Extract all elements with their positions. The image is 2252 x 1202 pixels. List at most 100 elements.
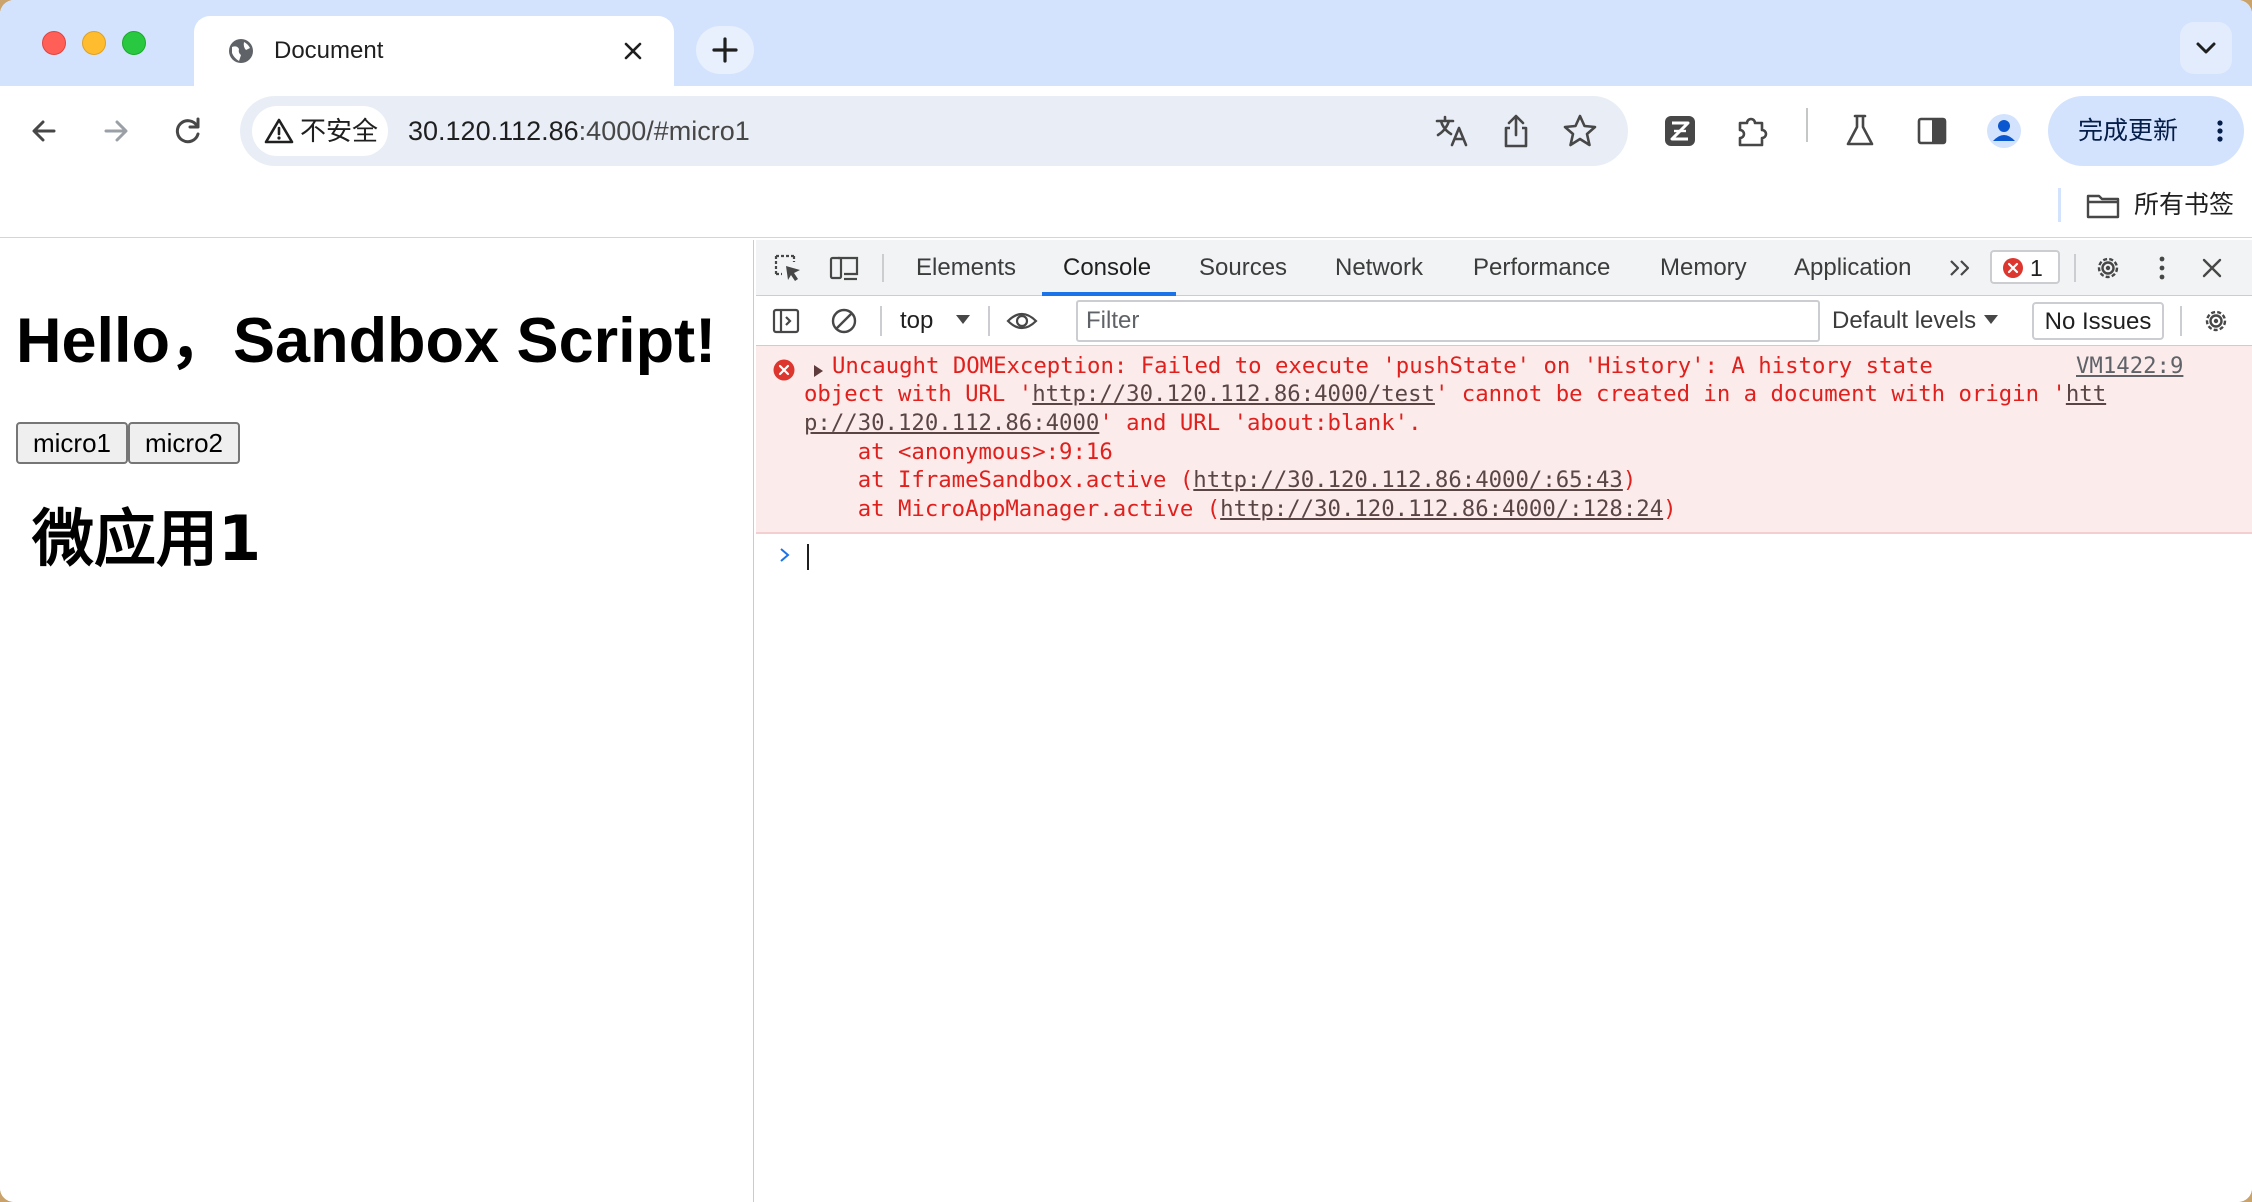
filter-input[interactable] [1086,306,1806,336]
flask-icon[interactable] [1840,111,1880,151]
page-title: Hello，Sandbox Script! [16,306,717,376]
bookmarks-bar: 所有书签 [0,176,2252,238]
micro1-button[interactable]: micro1 [16,422,128,464]
kebab-menu-icon[interactable] [2146,252,2178,284]
error-circle-icon [2003,258,2023,278]
toolbar-divider [880,306,882,336]
error-line-2: object with URL 'http://30.120.112.86:40… [804,380,2106,409]
security-chip-pill[interactable]: 不安全 [252,106,388,156]
warning-triangle-icon [264,118,294,144]
inspect-element-icon[interactable] [772,252,804,284]
stack-text: at MicroAppManager.active ( [804,496,1221,522]
puzzle-icon[interactable] [1732,111,1772,151]
tab-sources[interactable]: Sources [1199,254,1287,282]
reload-icon[interactable] [168,111,208,151]
tab-performance[interactable]: Performance [1473,254,1610,282]
kebab-menu-icon [2217,120,2223,142]
close-devtools-icon[interactable] [2196,252,2228,284]
stack-url-link[interactable]: http://30.120.112.86:4000/:128:24 [1220,496,1663,522]
tab-strip: Document [0,0,2252,86]
forward-arrow-icon[interactable] [96,111,136,151]
tab-application[interactable]: Application [1794,254,1911,282]
tab-document[interactable]: Document [194,16,674,86]
security-label: 不安全 [300,116,379,146]
clear-console-icon[interactable] [828,305,860,337]
micro2-button[interactable]: micro2 [128,422,240,464]
url-text[interactable]: 30.120.112.86:4000/#micro1 [408,115,750,147]
expand-triangle-icon[interactable] [812,364,824,378]
console-toolbar: top Default levels No Issues [756,296,2252,346]
new-tab-button[interactable] [696,26,754,74]
text-cursor [807,544,809,570]
folder-icon[interactable] [2085,188,2121,224]
devtools-tab-bar: Elements Console Sources Network Perform… [756,240,2252,296]
side-panel-icon[interactable] [1912,111,1952,151]
context-selector[interactable]: top [900,306,933,336]
back-arrow-icon[interactable] [24,111,64,151]
log-levels-dropdown[interactable]: Default levels [1832,306,1976,336]
eye-icon[interactable] [1006,305,1038,337]
update-button[interactable]: 完成更新 [2048,96,2244,166]
filter-field[interactable] [1076,300,1820,342]
minimize-window-button[interactable] [82,31,106,55]
all-bookmarks-label[interactable]: 所有书签 [2134,190,2234,220]
error-line-1: Uncaught DOMException: Failed to execute… [832,353,1933,379]
gear-icon[interactable] [2092,252,2124,284]
console-prompt[interactable] [756,536,2252,576]
zotero-extension-icon[interactable] [1660,111,1700,151]
caret-down-icon [1984,315,1998,324]
toolbar-divider [988,306,990,336]
more-tabs-icon[interactable] [1946,252,1978,284]
stack-text: at IframeSandbox.active ( [804,467,1194,493]
origin-url-link[interactable]: p://30.120.112.86:4000 [804,410,1099,436]
console-error-message: Uncaught DOMException: Failed to execute… [756,346,2252,534]
error-circle-icon [773,359,795,381]
plus-icon [712,37,738,63]
origin-url-link[interactable]: htt [2066,381,2106,407]
url-host: 30.120.112.86 [408,116,579,146]
close-window-button[interactable] [42,31,66,55]
error-url-link[interactable]: http://30.120.112.86:4000/test [1032,381,1435,407]
stack-text: ) [1622,467,1637,493]
stack-frame-3: at MicroAppManager.active (http://30.120… [804,495,1677,524]
stack-text: ) [1663,496,1677,522]
tab-search-button[interactable] [2180,22,2232,74]
error-text: ' cannot be created in a document with o… [1434,381,2066,407]
error-count: 1 [2030,255,2043,281]
stack-url-link[interactable]: http://30.120.112.86:4000/:65:43 [1193,467,1623,493]
devtools-panel: Elements Console Sources Network Perform… [756,240,2252,1202]
tab-title: Document [274,37,384,64]
toolbar-divider [2180,306,2182,336]
devtools-divider [882,254,884,282]
stack-frame-1: at <anonymous>:9:16 [804,439,1113,465]
chevron-right-icon [780,548,790,562]
tab-memory[interactable]: Memory [1660,254,1747,282]
maximize-window-button[interactable] [122,31,146,55]
tab-elements[interactable]: Elements [916,254,1016,282]
browser-window: Document 不安全 30.120.112.86:4000/#micro1 … [0,0,2252,1202]
globe-icon [229,39,253,63]
device-toolbar-icon[interactable] [828,252,860,284]
devtools-divider [2074,254,2076,282]
tab-network[interactable]: Network [1335,254,1423,282]
error-count-badge[interactable]: 1 [1990,250,2060,284]
source-link[interactable]: VM1422:9 [2076,352,2183,381]
page-viewport: Hello，Sandbox Script! micro1 micro2 微应用1 [0,240,754,1202]
close-icon[interactable] [618,36,648,66]
share-icon[interactable] [1496,111,1536,151]
toolbar: 不安全 30.120.112.86:4000/#micro1 完成更新 [0,86,2252,176]
tab-console[interactable]: Console [1063,254,1151,282]
error-text: object with URL ' [804,381,1033,407]
error-line-3: p://30.120.112.86:4000' and URL 'about:b… [804,409,1422,438]
chevron-down-icon [2196,42,2216,54]
caret-down-icon [956,315,970,324]
star-icon[interactable] [1560,111,1600,151]
error-text: ' and URL 'about:blank'. [1099,410,1422,436]
address-bar[interactable]: 不安全 30.120.112.86:4000/#micro1 [240,96,1628,166]
issues-button[interactable]: No Issues [2032,302,2164,340]
translate-icon[interactable] [1432,111,1472,151]
console-settings-gear-icon[interactable] [2200,305,2232,337]
profile-avatar-icon[interactable] [1984,111,2024,151]
micro-app-heading: 微应用1 [32,502,262,575]
sidebar-toggle-icon[interactable] [770,305,802,337]
